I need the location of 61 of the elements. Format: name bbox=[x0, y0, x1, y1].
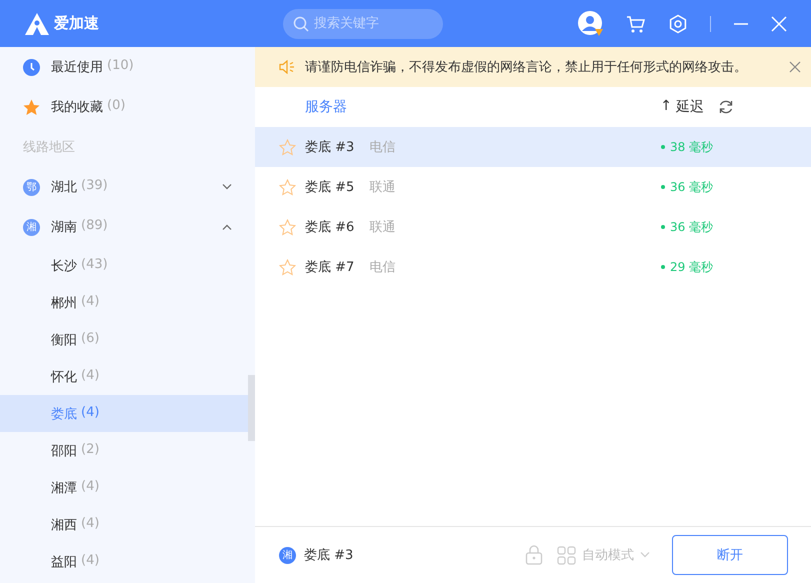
city-item[interactable]: 怀化 (4) bbox=[51, 368, 100, 386]
server-name: 娄底 #3 bbox=[305, 139, 354, 156]
grid-icon bbox=[557, 546, 576, 564]
settings-icon[interactable] bbox=[668, 14, 688, 34]
latency-value: 36 毫秒 bbox=[670, 178, 714, 196]
region-badge: 湘 bbox=[23, 218, 40, 236]
clock-icon bbox=[23, 58, 40, 76]
carrier-label: 电信 bbox=[369, 139, 396, 156]
status-dot bbox=[661, 265, 665, 269]
city-item[interactable]: 衡阳 (6) bbox=[51, 330, 100, 348]
cart-icon[interactable] bbox=[626, 14, 646, 34]
app-title: 爱加速 bbox=[54, 14, 99, 33]
collapse-caret-icon[interactable] bbox=[222, 224, 232, 230]
connected-server: 娄底 #3 bbox=[304, 547, 354, 564]
logo-icon bbox=[24, 12, 50, 36]
server-name: 娄底 #7 bbox=[305, 259, 354, 276]
latency-value: 36 毫秒 bbox=[670, 218, 714, 236]
status-dot bbox=[661, 145, 665, 149]
city-item[interactable]: 郴州 (4) bbox=[51, 294, 100, 312]
sidebar-item[interactable]: 最近使用 (10) bbox=[51, 58, 134, 76]
caret-icon bbox=[640, 552, 650, 558]
city-item[interactable]: 湘西 (4) bbox=[51, 516, 100, 534]
sort-header[interactable]: ↑ 延迟 bbox=[660, 98, 704, 116]
carrier-label: 联通 bbox=[369, 219, 396, 236]
star-icon bbox=[23, 98, 40, 116]
server-row[interactable]: 娄底 #6 联通 36 毫秒 bbox=[255, 207, 811, 247]
search-icon bbox=[293, 16, 309, 32]
latency-value: 29 毫秒 bbox=[670, 258, 714, 276]
star-icon[interactable] bbox=[279, 258, 296, 276]
region-badge: 湘 bbox=[279, 546, 296, 564]
carrier-label: 联通 bbox=[369, 179, 396, 196]
close-icon[interactable] bbox=[789, 61, 801, 73]
city-item[interactable]: 益阳 (4) bbox=[51, 552, 100, 570]
server-name: 娄底 #6 bbox=[305, 219, 354, 236]
latency-value: 38 毫秒 bbox=[670, 138, 714, 156]
server-row[interactable]: 娄底 #5 联通 36 毫秒 bbox=[255, 167, 811, 207]
region-item[interactable]: 湖南 (89) bbox=[51, 218, 108, 236]
sidebar-item[interactable]: 我的收藏 (0) bbox=[51, 98, 126, 116]
server-row[interactable]: 娄底 #3 电信 38 毫秒 bbox=[255, 127, 811, 167]
star-icon[interactable] bbox=[279, 218, 296, 236]
refresh-icon[interactable] bbox=[718, 99, 734, 115]
status-dot bbox=[661, 185, 665, 189]
city-item[interactable]: 邵阳 (2) bbox=[51, 442, 100, 460]
star-icon[interactable] bbox=[279, 138, 296, 156]
avatar-icon[interactable] bbox=[578, 10, 604, 36]
city-item[interactable]: 长沙 (43) bbox=[51, 256, 108, 274]
notice-text: 请谨防电信诈骗，不得发布虚假的网络言论，禁止用于任何形式的网络攻击。 bbox=[305, 59, 747, 76]
speaker-icon bbox=[279, 60, 295, 74]
star-icon[interactable] bbox=[279, 178, 296, 196]
region-item[interactable]: 湖北 (39) bbox=[51, 178, 108, 196]
status-dot bbox=[661, 225, 665, 229]
scrollbar-thumb[interactable] bbox=[248, 375, 255, 441]
region-badge: 鄂 bbox=[23, 178, 40, 196]
city-item[interactable]: 湘潭 (4) bbox=[51, 478, 100, 496]
expand-caret-icon[interactable] bbox=[222, 184, 232, 190]
carrier-label: 电信 bbox=[369, 259, 396, 276]
section-label: 线路地区 bbox=[22, 139, 76, 157]
server-name: 娄底 #5 bbox=[305, 179, 354, 196]
column-header[interactable]: 服务器 bbox=[305, 98, 347, 116]
disconnect-button[interactable]: 断开 bbox=[672, 535, 788, 575]
server-row[interactable]: 娄底 #7 电信 29 毫秒 bbox=[255, 247, 811, 287]
